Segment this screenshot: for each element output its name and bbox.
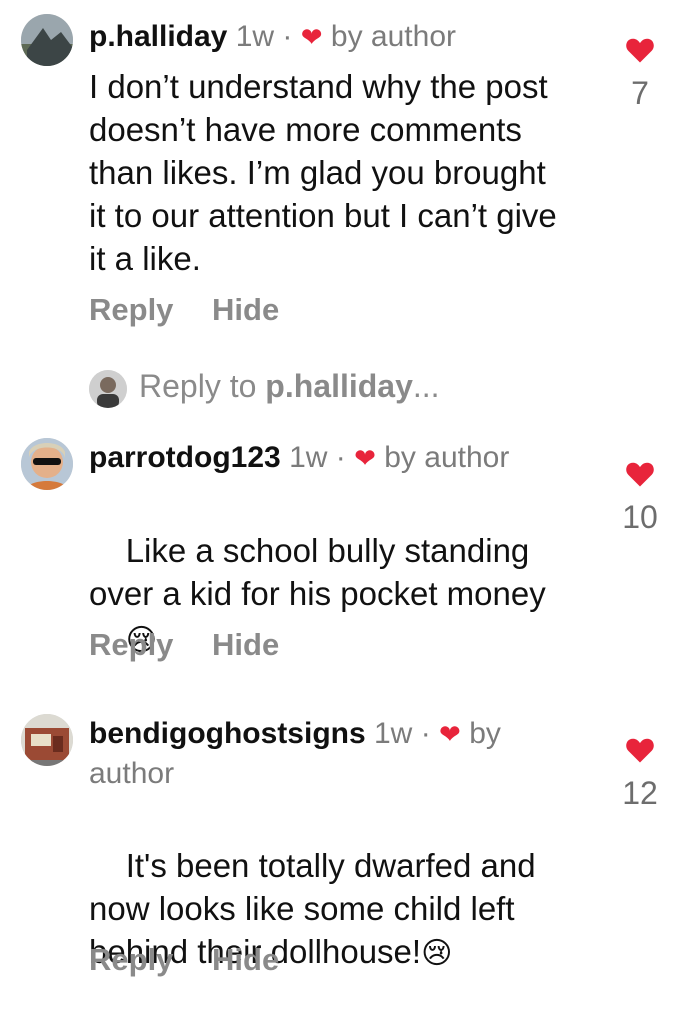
reply-to-prompt[interactable]: Reply to p.halliday... <box>89 364 440 408</box>
like-count: 10 <box>622 499 658 535</box>
avatar[interactable] <box>21 14 73 66</box>
liked-by-author-label: by author <box>330 20 456 53</box>
hide-button[interactable]: Hide <box>212 942 279 977</box>
separator: · <box>282 20 293 53</box>
like-column: 12 <box>610 736 670 812</box>
reply-ellipsis: ... <box>412 368 440 404</box>
comment-actions: Reply Hide <box>89 627 309 663</box>
reply-prefix: Reply to <box>139 368 266 404</box>
avatar[interactable] <box>21 714 73 766</box>
comment-actions: Reply Hide <box>89 942 309 978</box>
like-column: 7 <box>610 36 670 112</box>
separator: · <box>335 441 346 474</box>
comment-text: I don’t understand why the post doesn’t … <box>89 68 557 277</box>
comment-text: It's been totally dwarfed and now looks … <box>89 801 609 1018</box>
crying-emoji-icon: 😢 <box>421 937 453 970</box>
current-user-avatar <box>89 369 127 408</box>
comment-meta: p.halliday 1w · ❤ by author <box>89 17 539 57</box>
reply-button[interactable]: Reply <box>89 627 173 662</box>
avatar-photo-icon <box>21 14 73 66</box>
timestamp: 1w <box>235 20 275 53</box>
like-heart-icon[interactable] <box>625 38 655 68</box>
username[interactable]: parrotdog123 <box>89 441 281 474</box>
comment-actions: Reply Hide <box>89 292 309 328</box>
comment-meta-continued: author <box>89 754 539 794</box>
liked-by-author-label: by author <box>384 441 510 474</box>
liked-by-author-label-cont: author <box>89 757 175 790</box>
like-heart-icon[interactable] <box>625 462 655 492</box>
timestamp: 1w <box>374 717 413 750</box>
comment-meta: parrotdog123 1w · ❤ by author <box>89 438 539 478</box>
author-liked-heart-icon: ❤ <box>300 22 323 52</box>
hide-button[interactable]: Hide <box>212 292 279 327</box>
timestamp: 1w <box>289 441 328 474</box>
reply-target: p.halliday <box>265 368 413 404</box>
username[interactable]: p.halliday <box>89 20 227 53</box>
avatar-photo-icon <box>21 438 73 490</box>
author-liked-heart-icon: ❤ <box>354 443 376 473</box>
like-count: 7 <box>631 75 649 111</box>
like-column: 10 <box>610 460 670 536</box>
user-photo-icon <box>89 369 127 408</box>
separator: · <box>420 717 431 750</box>
reply-button[interactable]: Reply <box>89 942 173 977</box>
avatar-photo-icon <box>21 714 73 766</box>
reply-button[interactable]: Reply <box>89 292 173 327</box>
avatar[interactable] <box>21 438 73 490</box>
like-count: 12 <box>622 775 658 811</box>
username[interactable]: bendigoghostsigns <box>89 717 366 750</box>
hide-button[interactable]: Hide <box>212 627 279 662</box>
like-heart-icon[interactable] <box>625 738 655 768</box>
comment-meta: bendigoghostsigns 1w · ❤ by <box>89 714 539 754</box>
liked-by-author-label: by <box>469 717 501 750</box>
author-liked-heart-icon: ❤ <box>439 719 461 749</box>
